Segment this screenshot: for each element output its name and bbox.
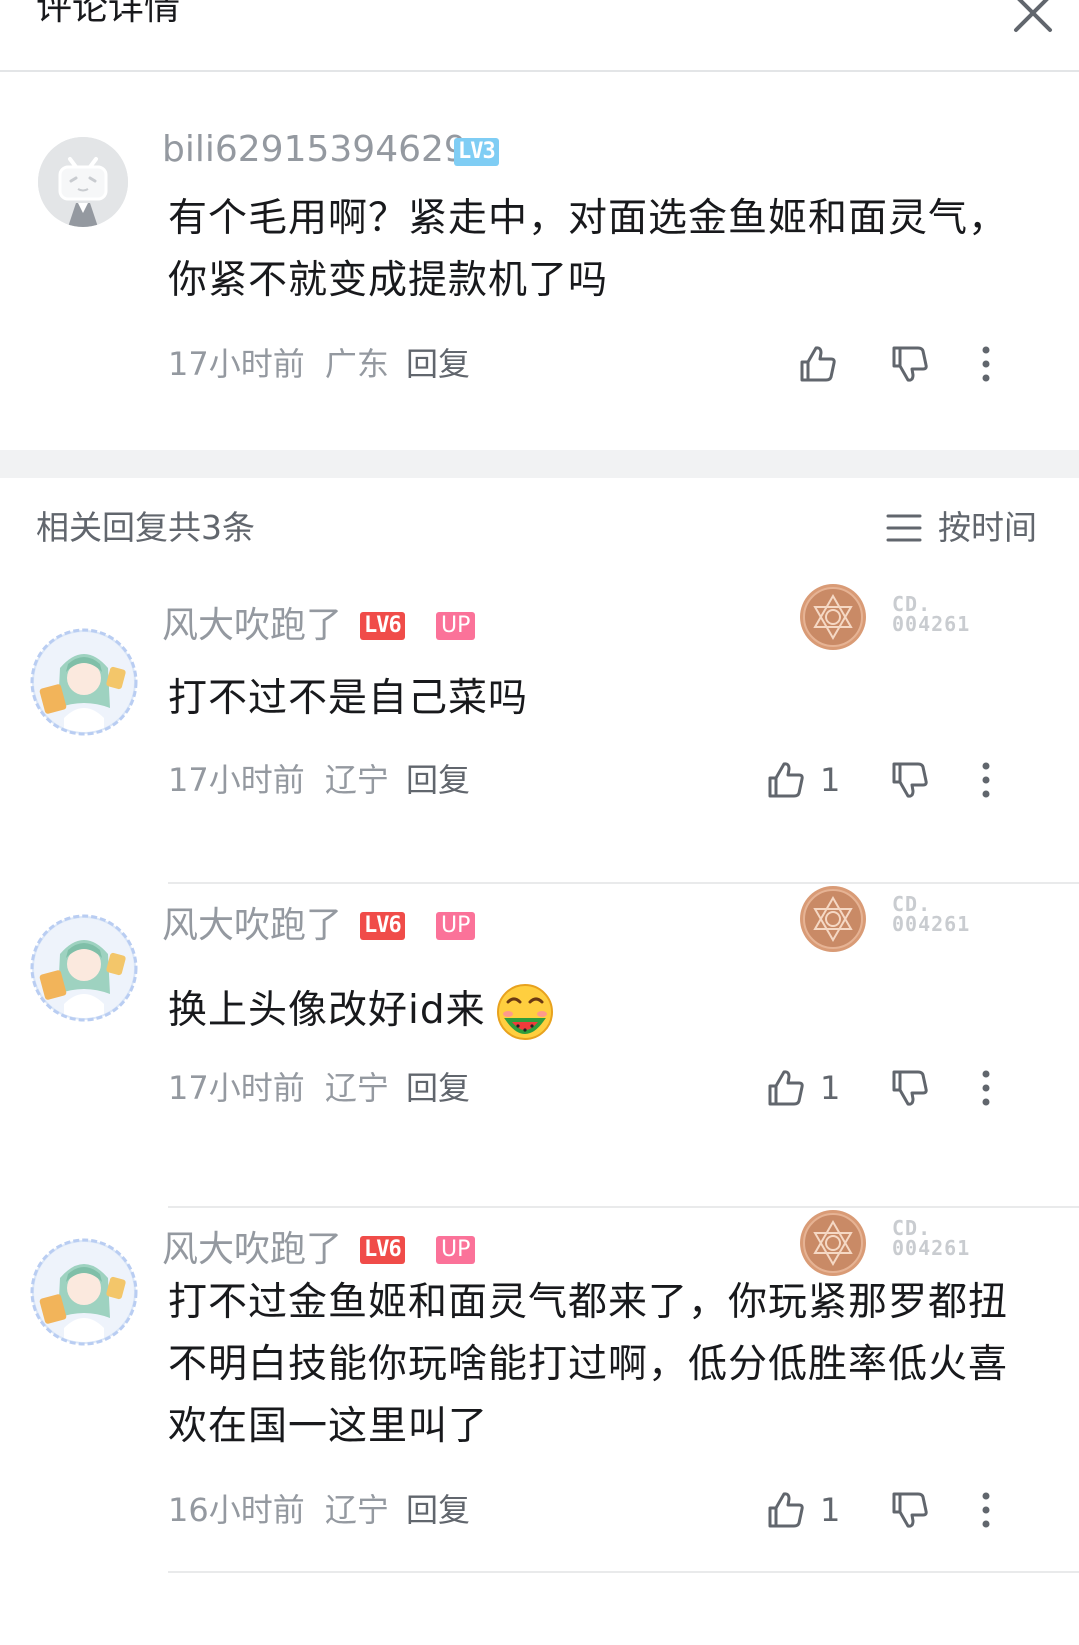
reply-button[interactable]: 回复 bbox=[406, 760, 470, 800]
level-badge: LV6 bbox=[360, 912, 405, 940]
level-badge: LV6 bbox=[360, 612, 405, 640]
comment-text: 有个毛用啊？紧走中，对面选金鱼姬和面灵气，你紧不就变成提款机了吗 bbox=[168, 196, 1009, 303]
username[interactable]: 风大吹跑了 bbox=[162, 1228, 342, 1272]
like-count: 1 bbox=[820, 761, 841, 799]
avatar[interactable] bbox=[30, 1238, 138, 1346]
like-icon[interactable] bbox=[764, 1066, 808, 1110]
username[interactable]: 风大吹跑了 bbox=[162, 604, 342, 648]
comment-meta: 17小时前 广东 bbox=[168, 344, 389, 384]
watermelon-face-emoji bbox=[496, 983, 553, 1040]
level-badge: LV6 bbox=[360, 1236, 405, 1264]
up-badge: UP bbox=[436, 1236, 476, 1264]
medal-text: CD. 004261 bbox=[892, 1218, 970, 1258]
like-icon[interactable] bbox=[796, 342, 840, 386]
comment-time: 17小时前 bbox=[168, 761, 305, 799]
comment-location: 广东 bbox=[324, 345, 389, 383]
medal-prefix: CD. bbox=[892, 1216, 932, 1240]
more-icon[interactable] bbox=[964, 1066, 1008, 1110]
dislike-icon[interactable] bbox=[888, 1488, 932, 1532]
fan-medal-icon bbox=[800, 886, 866, 952]
medal-number: 004261 bbox=[892, 612, 971, 636]
comment-text-body: 换上头像改好id来 bbox=[168, 988, 486, 1033]
avatar[interactable] bbox=[30, 628, 138, 736]
dislike-icon[interactable] bbox=[888, 342, 932, 386]
comment-text: 打不过不是自己菜吗 bbox=[168, 676, 529, 721]
sort-label: 按时间 bbox=[938, 508, 1037, 547]
comment-meta: 16小时前 辽宁 bbox=[168, 1490, 389, 1530]
comment-text: 打不过金鱼姬和面灵气都来了，你玩紧那罗都扭不明白技能你玩啥能打过啊，低分低胜率低… bbox=[168, 1280, 1009, 1449]
fan-medal-icon bbox=[800, 1210, 866, 1276]
comment-time: 17小时前 bbox=[168, 1069, 305, 1107]
up-badge: UP bbox=[436, 612, 476, 640]
level-badge: LV3 bbox=[454, 138, 499, 166]
comment-time: 17小时前 bbox=[168, 345, 305, 383]
like-icon[interactable] bbox=[764, 1488, 808, 1532]
username[interactable]: bili62915394629 bbox=[162, 128, 467, 172]
more-icon[interactable] bbox=[964, 1488, 1008, 1532]
medal-text: CD. 004261 bbox=[892, 594, 970, 634]
reply-item: 风大吹跑了 LV6 UP CD. 004261 打不过金鱼姬和面灵气都来了，你玩… bbox=[0, 1208, 1079, 1645]
dislike-icon[interactable] bbox=[888, 758, 932, 802]
more-icon[interactable] bbox=[964, 758, 1008, 802]
like-count: 1 bbox=[820, 1069, 841, 1107]
medal-number: 004261 bbox=[892, 912, 971, 936]
divider bbox=[168, 1571, 1079, 1573]
reply-item: 风大吹跑了 LV6 UP CD. 004261 打不过不是自己菜吗 17小时前 … bbox=[0, 558, 1079, 884]
close-icon[interactable] bbox=[1010, 0, 1056, 36]
like-icon[interactable] bbox=[764, 758, 808, 802]
reply-count: 相关回复共3条 bbox=[36, 508, 255, 547]
medal-text: CD. 004261 bbox=[892, 894, 970, 934]
comment-meta: 17小时前 辽宁 bbox=[168, 760, 389, 800]
fan-medal-icon bbox=[800, 584, 866, 650]
comment-location: 辽宁 bbox=[324, 1069, 389, 1107]
avatar[interactable] bbox=[38, 137, 128, 227]
medal-number: 004261 bbox=[892, 1236, 971, 1260]
main-comment: bili62915394629 LV3 有个毛用啊？紧走中，对面选金鱼姬和面灵气… bbox=[0, 72, 1079, 450]
more-icon[interactable] bbox=[964, 342, 1008, 386]
default-avatar-icon bbox=[38, 137, 128, 227]
reply-item: 风大吹跑了 LV6 UP CD. 004261 换上头像改好id来 17小时前 … bbox=[0, 884, 1079, 1208]
reply-button[interactable]: 回复 bbox=[406, 1490, 470, 1530]
reply-button[interactable]: 回复 bbox=[406, 344, 470, 384]
comment-text: 换上头像改好id来 bbox=[168, 980, 1028, 1044]
comment-location: 辽宁 bbox=[324, 761, 389, 799]
up-badge: UP bbox=[436, 912, 476, 940]
comment-time: 16小时前 bbox=[168, 1491, 305, 1529]
sort-button[interactable]: 按时间 bbox=[886, 508, 1056, 548]
page-header: 评论详情 bbox=[0, 0, 1079, 72]
page-title: 评论详情 bbox=[36, 0, 181, 28]
replies-header: 相关回复共3条 按时间 bbox=[0, 478, 1079, 558]
section-divider bbox=[0, 450, 1079, 478]
dislike-icon[interactable] bbox=[888, 1066, 932, 1110]
comment-location: 辽宁 bbox=[324, 1491, 389, 1529]
avatar[interactable] bbox=[30, 914, 138, 1022]
reply-button[interactable]: 回复 bbox=[406, 1068, 470, 1108]
sort-icon bbox=[886, 514, 922, 542]
comment-meta: 17小时前 辽宁 bbox=[168, 1068, 389, 1108]
medal-prefix: CD. bbox=[892, 592, 932, 616]
username[interactable]: 风大吹跑了 bbox=[162, 904, 342, 948]
medal-prefix: CD. bbox=[892, 892, 932, 916]
like-count: 1 bbox=[820, 1491, 841, 1529]
